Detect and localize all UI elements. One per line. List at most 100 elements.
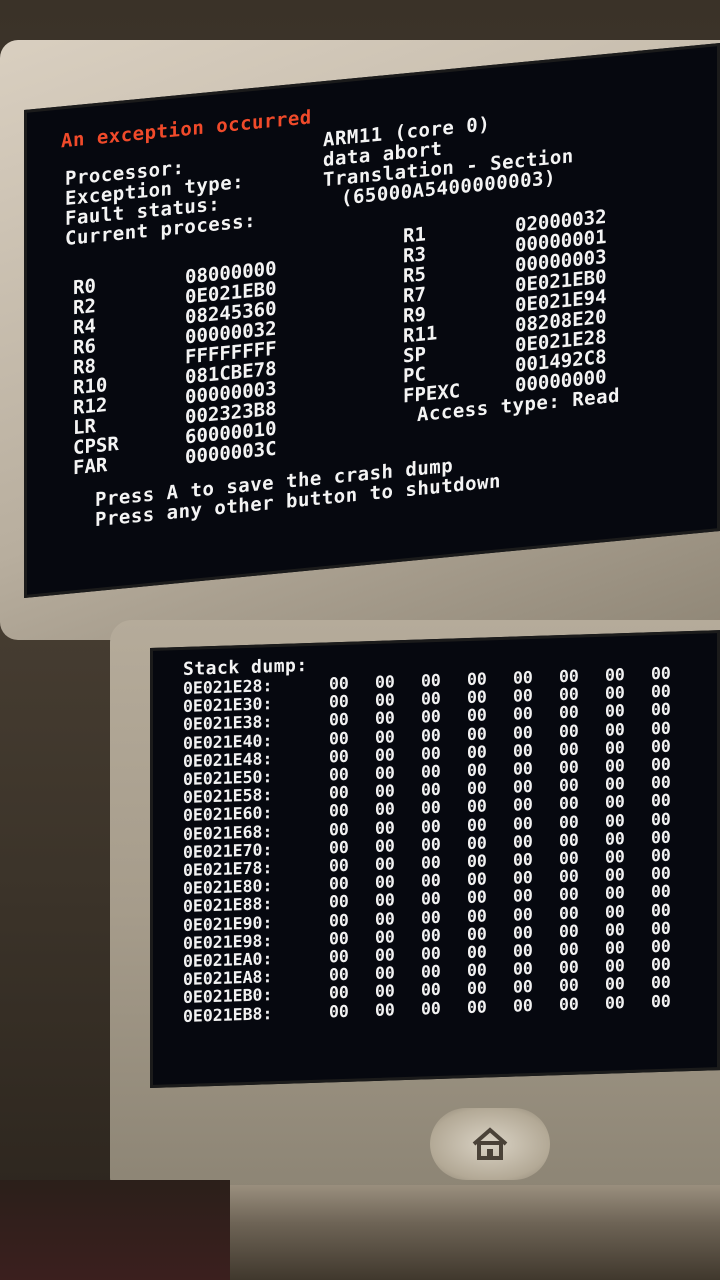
stack-byte: 00 <box>421 962 441 982</box>
top-screen: An exception occurred Processor: ARM11 (… <box>24 42 720 598</box>
stack-byte: 00 <box>375 817 395 838</box>
stack-byte: 00 <box>651 991 671 1011</box>
stack-byte: 00 <box>329 691 349 712</box>
stack-byte: 00 <box>421 925 441 946</box>
stack-byte: 00 <box>375 890 395 911</box>
stack-byte: 00 <box>329 710 349 730</box>
stack-byte: 00 <box>421 943 441 964</box>
stack-byte: 00 <box>329 928 349 949</box>
stack-byte: 00 <box>559 812 579 832</box>
stack-byte: 00 <box>513 868 533 888</box>
stack-byte: 00 <box>559 939 579 960</box>
stack-byte: 00 <box>605 974 625 995</box>
stack-byte: 00 <box>605 938 625 958</box>
stack-byte: 00 <box>559 994 579 1014</box>
stack-byte: 00 <box>559 957 579 978</box>
stack-byte: 00 <box>467 778 487 799</box>
stack-byte: 00 <box>421 980 441 1000</box>
stack-byte: 00 <box>329 910 349 931</box>
stack-byte: 00 <box>329 782 349 803</box>
stack-byte: 00 <box>421 780 441 800</box>
stack-byte: 00 <box>651 954 671 975</box>
stack-byte: 00 <box>559 975 579 996</box>
stack-byte: 00 <box>513 704 533 724</box>
stack-byte: 00 <box>329 946 349 967</box>
stack-byte: 00 <box>651 700 671 720</box>
stack-byte: 00 <box>467 906 487 926</box>
stack-byte: 00 <box>375 854 395 874</box>
stack-byte: 00 <box>559 903 579 923</box>
stack-byte: 00 <box>375 726 395 747</box>
stack-byte: 00 <box>467 742 487 762</box>
stack-byte: 00 <box>513 904 533 925</box>
stack-byte: 00 <box>467 997 487 1017</box>
stack-byte: 00 <box>329 819 349 839</box>
stack-byte: 00 <box>421 670 441 691</box>
stack-byte: 00 <box>651 663 671 684</box>
stack-byte: 00 <box>329 746 349 767</box>
stack-byte: 00 <box>513 758 533 779</box>
stack-byte: 00 <box>329 855 349 876</box>
stack-byte: 00 <box>651 772 671 793</box>
stack-byte: 00 <box>375 945 395 965</box>
stack-byte: 00 <box>513 941 533 961</box>
stack-byte: 00 <box>421 689 441 709</box>
stack-byte: 00 <box>513 686 533 706</box>
stack-byte: 00 <box>513 831 533 852</box>
stack-byte: 00 <box>559 739 579 759</box>
stack-byte: 00 <box>421 834 441 855</box>
stack-byte: 00 <box>467 669 487 690</box>
stack-byte: 00 <box>467 705 487 726</box>
stack-byte: 00 <box>375 690 395 711</box>
stack-byte: 00 <box>375 963 395 984</box>
stack-byte: 00 <box>375 672 395 692</box>
stack-byte: 00 <box>375 763 395 783</box>
exception-header: An exception occurred <box>61 106 312 153</box>
stack-byte: 00 <box>421 816 441 837</box>
home-icon <box>472 1127 508 1160</box>
stack-byte: 00 <box>329 837 349 858</box>
stack-byte: 00 <box>651 681 671 702</box>
stack-byte: 00 <box>513 740 533 761</box>
stack-byte: 00 <box>513 995 533 1016</box>
stack-byte: 00 <box>513 722 533 743</box>
stack-byte: 00 <box>421 889 441 909</box>
stack-byte: 00 <box>651 791 671 811</box>
stack-byte: 00 <box>375 981 395 1002</box>
stack-byte: 00 <box>375 908 395 929</box>
stack-byte: 00 <box>375 872 395 893</box>
stack-byte: 00 <box>375 999 395 1020</box>
stack-byte: 00 <box>651 809 671 829</box>
stack-byte: 00 <box>467 687 487 708</box>
stack-byte: 00 <box>375 799 395 820</box>
stack-byte: 00 <box>421 725 441 746</box>
stack-byte: 00 <box>605 701 625 722</box>
bottom-screen[interactable]: Stack dump: 0E021E28: 00 00 00 00 00 00 00 00 0E0… <box>150 630 720 1088</box>
stack-byte: 00 <box>559 866 579 887</box>
stack-byte: 00 <box>421 743 441 764</box>
stack-byte: 00 <box>421 998 441 1019</box>
stack-byte: 00 <box>421 707 441 727</box>
stack-byte: 00 <box>513 667 533 688</box>
stack-byte: 00 <box>467 760 487 781</box>
stack-byte: 00 <box>513 959 533 979</box>
stack-byte: 00 <box>651 882 671 902</box>
stack-byte: 00 <box>329 873 349 894</box>
stack-byte: 00 <box>421 798 441 818</box>
stack-byte: 00 <box>329 728 349 748</box>
stack-byte: 00 <box>559 793 579 814</box>
stack-byte: 00 <box>559 884 579 905</box>
stack-byte: 00 <box>375 927 395 947</box>
stack-byte: 00 <box>605 756 625 776</box>
stack-byte: 00 <box>467 887 487 908</box>
stack-byte: 00 <box>329 965 349 985</box>
stack-byte: 00 <box>651 718 671 738</box>
home-button[interactable] <box>430 1108 550 1180</box>
stack-byte: 00 <box>605 810 625 831</box>
stack-byte: 00 <box>467 960 487 981</box>
stack-byte: 00 <box>559 921 579 941</box>
stack-dump-table: 0E021E28: 00 00 00 00 00 00 00 00 0E021E30: 00 00 00… <box>183 664 697 1026</box>
stack-byte: 00 <box>559 757 579 778</box>
stack-byte: 00 <box>605 828 625 849</box>
stack-byte: 00 <box>559 830 579 850</box>
